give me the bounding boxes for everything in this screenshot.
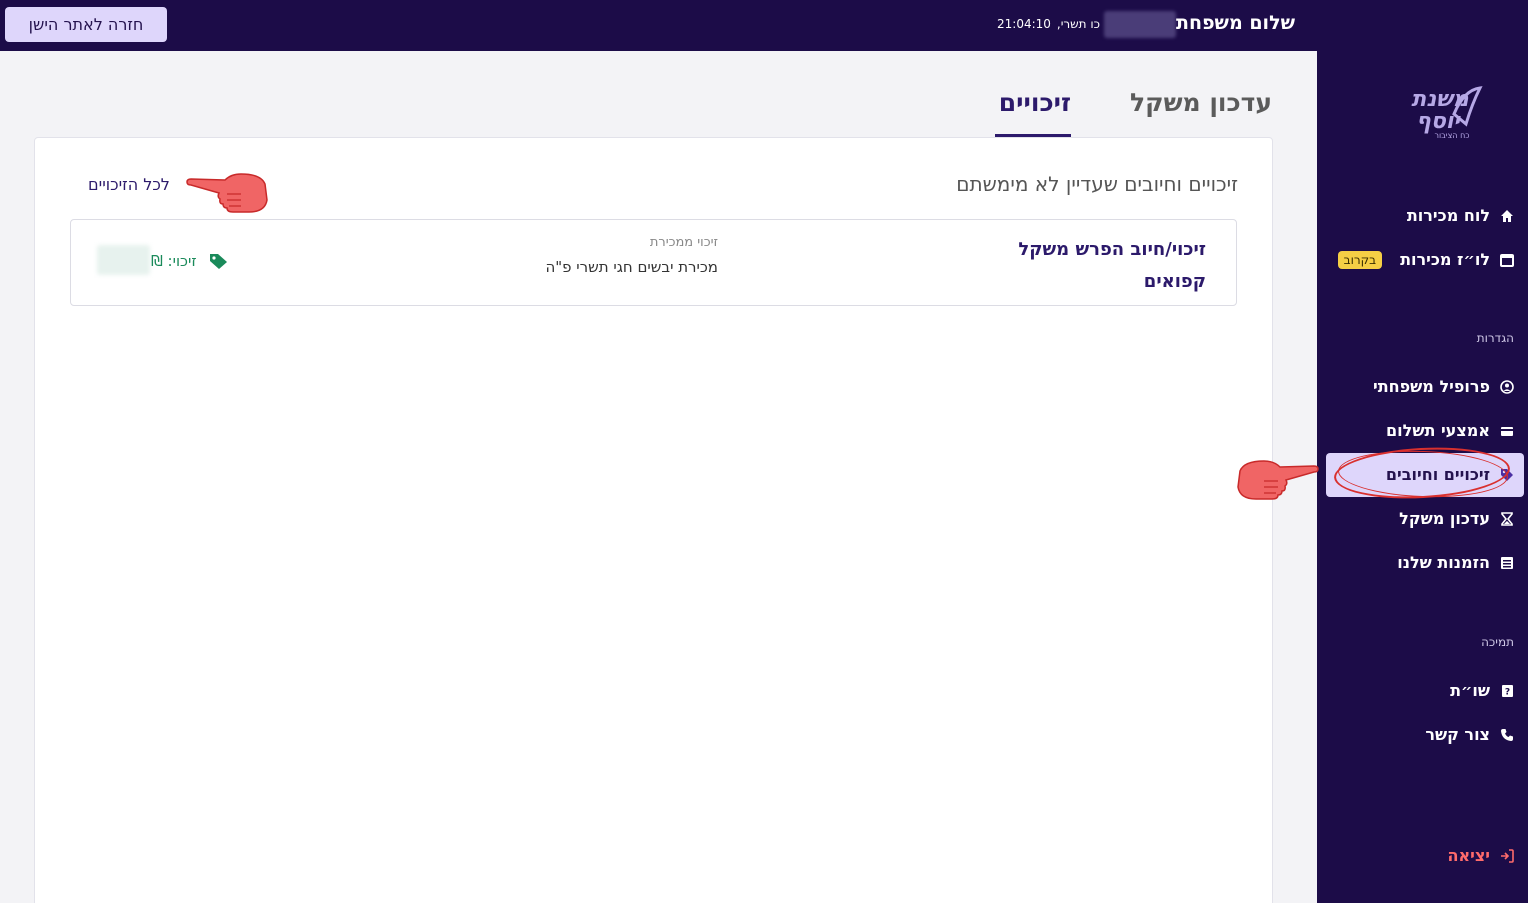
sidebar-item-payment-methods[interactable]: אמצעי תשלום [1386, 421, 1514, 440]
logo[interactable]: משנת יוסף כח הציבור [1366, 84, 1484, 140]
sidebar-item-label: עדכון משקל [1399, 509, 1490, 528]
sidebar-item-label: שו״ת [1450, 681, 1490, 700]
sidebar-item-family-profile[interactable]: פרופיל משפחתי [1373, 377, 1514, 396]
question-book-icon: ? [1500, 684, 1514, 698]
logout-icon [1500, 848, 1514, 863]
hebrew-date: כו תשרי, [1056, 17, 1100, 31]
greeting: שלום משפחת [1176, 12, 1295, 34]
coming-soon-badge: בקרוב [1337, 250, 1383, 269]
back-to-old-site-button[interactable]: חזרה לאתר הישן [5, 7, 167, 42]
section-support-heading: תמיכה [1481, 635, 1514, 649]
sidebar-item-weight-update[interactable]: עדכון משקל [1399, 509, 1514, 528]
sidebar-item-logout[interactable]: יציאה [1447, 846, 1514, 865]
clock-time: 21:04:10 [997, 17, 1051, 31]
section-settings-heading: הגדרות [1476, 331, 1514, 345]
card-title: זיכויים וחיובים שעדיין לא מימשתם [956, 172, 1238, 196]
credit-card-icon [1500, 424, 1514, 438]
sidebar-item-label: לו״ז מכירות [1400, 250, 1490, 269]
sidebar-item-label: פרופיל משפחתי [1373, 377, 1490, 396]
sidebar-item-label: צור קשר [1425, 725, 1490, 744]
pointing-hand-annotation-icon [1237, 460, 1319, 500]
credit-amount-redacted [97, 245, 150, 275]
family-name-redacted [1104, 11, 1176, 38]
price-tag-icon [210, 254, 227, 269]
credit-amount-label: זיכוי: ₪ [151, 252, 197, 270]
sidebar-item-contact[interactable]: צור קשר [1425, 725, 1514, 744]
credit-row-sub-label: זיכוי ממכירת [649, 235, 718, 250]
list-icon [1500, 556, 1514, 570]
sidebar-item-label: יציאה [1447, 846, 1490, 865]
home-icon [1500, 209, 1514, 223]
sidebar-item-sales-schedule[interactable]: לו״ז מכירות בקרוב [1337, 250, 1514, 269]
hourglass-icon [1500, 511, 1514, 526]
phone-icon [1500, 728, 1514, 742]
sidebar-item-faq[interactable]: ? שו״ת [1450, 681, 1514, 700]
tab-weight-update[interactable]: עדכון משקל [1130, 88, 1272, 117]
sidebar-item-label: הזמנות שלנו [1397, 553, 1490, 572]
credit-row-sale-name: מכירת יבשים חגי תשרי פ"ה [545, 258, 718, 276]
sidebar-item-label: לוח מכירות [1406, 206, 1490, 225]
credit-row-title: זיכוי/חיוב הפרש משקל קפואים [1018, 239, 1206, 292]
sidebar-item-label: אמצעי תשלום [1386, 421, 1490, 440]
sidebar-item-sales-board[interactable]: לוח מכירות [1407, 206, 1514, 225]
top-bar [0, 0, 1528, 51]
pointing-hand-annotation-icon [186, 173, 268, 213]
calendar-icon [1500, 253, 1514, 267]
user-circle-icon [1500, 379, 1514, 394]
logo-tagline: כח הציבור [1434, 131, 1469, 140]
all-credits-link[interactable]: לכל הזיכויים [88, 175, 170, 194]
svg-text:?: ? [1505, 687, 1510, 697]
sidebar-item-our-orders[interactable]: הזמנות שלנו [1397, 553, 1514, 572]
tab-credits[interactable]: זיכויים [999, 88, 1071, 117]
